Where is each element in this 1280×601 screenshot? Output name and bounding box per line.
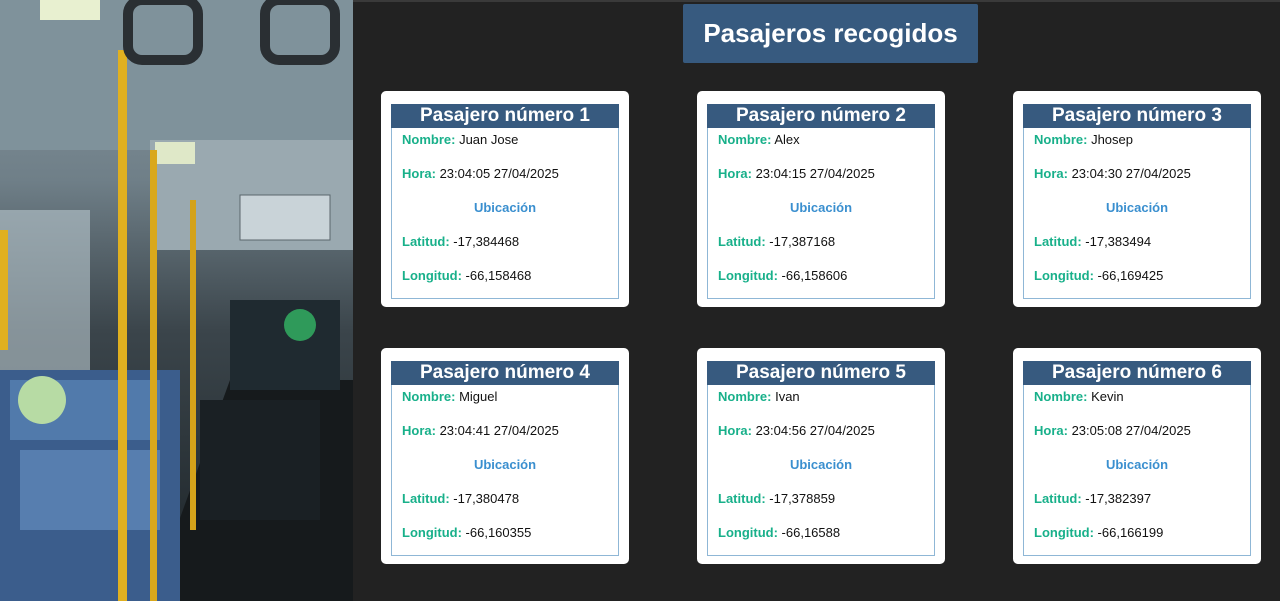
latitude-row: Latitud: -17,383494 bbox=[1034, 233, 1240, 267]
passenger-card-title: Pasajero número 1 bbox=[391, 104, 619, 128]
name-value: Ivan bbox=[775, 389, 800, 404]
time-label: Hora: bbox=[402, 423, 436, 438]
longitude-value: -66,166199 bbox=[1097, 525, 1164, 540]
latitude-row: Latitud: -17,384468 bbox=[402, 233, 608, 267]
latitude-label: Latitud: bbox=[1034, 234, 1082, 249]
passenger-card-body: Nombre: Alex Hora: 23:04:15 27/04/2025 U… bbox=[707, 128, 935, 299]
latitude-value: -17,378859 bbox=[769, 491, 836, 506]
time-row: Hora: 23:04:41 27/04/2025 bbox=[402, 422, 608, 456]
name-value: Juan Jose bbox=[459, 132, 519, 147]
latitude-row: Latitud: -17,382397 bbox=[1034, 490, 1240, 524]
longitude-value: -66,16588 bbox=[781, 525, 841, 540]
longitude-row: Longitud: -66,166199 bbox=[1034, 524, 1240, 558]
latitude-value: -17,387168 bbox=[769, 234, 836, 249]
name-row: Nombre: Miguel bbox=[402, 388, 608, 422]
time-row: Hora: 23:04:05 27/04/2025 bbox=[402, 165, 608, 199]
name-row: Nombre: Juan Jose bbox=[402, 131, 608, 165]
time-value: 23:04:05 27/04/2025 bbox=[439, 166, 559, 181]
time-row: Hora: 23:04:56 27/04/2025 bbox=[718, 422, 924, 456]
name-row: Nombre: Kevin bbox=[1034, 388, 1240, 422]
passenger-card: Pasajero número 6 Nombre: Kevin Hora: 23… bbox=[1013, 348, 1261, 564]
latitude-value: -17,384468 bbox=[453, 234, 520, 249]
longitude-value: -66,158468 bbox=[465, 268, 532, 283]
passenger-card: Pasajero número 4 Nombre: Miguel Hora: 2… bbox=[381, 348, 629, 564]
latitude-value: -17,383494 bbox=[1085, 234, 1152, 249]
name-label: Nombre: bbox=[1034, 132, 1088, 147]
passenger-card: Pasajero número 1 Nombre: Juan Jose Hora… bbox=[381, 91, 629, 307]
latitude-label: Latitud: bbox=[718, 491, 766, 506]
name-row: Nombre: Jhosep bbox=[1034, 131, 1240, 165]
time-row: Hora: 23:04:15 27/04/2025 bbox=[718, 165, 924, 199]
longitude-label: Longitud: bbox=[1034, 525, 1094, 540]
longitude-value: -66,169425 bbox=[1097, 268, 1164, 283]
name-row: Nombre: Ivan bbox=[718, 388, 924, 422]
latitude-row: Latitud: -17,380478 bbox=[402, 490, 608, 524]
latitude-label: Latitud: bbox=[1034, 491, 1082, 506]
location-heading: Ubicación bbox=[1105, 200, 1169, 215]
location-heading: Ubicación bbox=[473, 457, 537, 472]
passenger-card: Pasajero número 2 Nombre: Alex Hora: 23:… bbox=[697, 91, 945, 307]
page-title: Pasajeros recogidos bbox=[683, 4, 978, 63]
passenger-card-body: Nombre: Juan Jose Hora: 23:04:05 27/04/2… bbox=[391, 128, 619, 299]
passenger-card-title: Pasajero número 5 bbox=[707, 361, 935, 385]
longitude-label: Longitud: bbox=[402, 268, 462, 283]
longitude-row: Longitud: -66,158606 bbox=[718, 267, 924, 301]
name-value: Jhosep bbox=[1091, 132, 1133, 147]
longitude-row: Longitud: -66,16588 bbox=[718, 524, 924, 558]
name-value: Alex bbox=[774, 132, 800, 147]
latitude-value: -17,380478 bbox=[453, 491, 520, 506]
time-label: Hora: bbox=[402, 166, 436, 181]
passenger-card-body: Nombre: Ivan Hora: 23:04:56 27/04/2025 U… bbox=[707, 385, 935, 556]
time-value: 23:04:56 27/04/2025 bbox=[755, 423, 875, 438]
name-row: Nombre: Alex bbox=[718, 131, 924, 165]
bus-interior-photo bbox=[0, 0, 353, 601]
time-value: 23:04:30 27/04/2025 bbox=[1071, 166, 1191, 181]
name-label: Nombre: bbox=[718, 389, 772, 404]
longitude-label: Longitud: bbox=[718, 268, 778, 283]
latitude-label: Latitud: bbox=[402, 234, 450, 249]
name-label: Nombre: bbox=[718, 132, 772, 147]
longitude-row: Longitud: -66,169425 bbox=[1034, 267, 1240, 301]
longitude-label: Longitud: bbox=[718, 525, 778, 540]
passenger-card-title: Pasajero número 2 bbox=[707, 104, 935, 128]
passenger-card-body: Nombre: Miguel Hora: 23:04:41 27/04/2025… bbox=[391, 385, 619, 556]
latitude-value: -17,382397 bbox=[1085, 491, 1152, 506]
time-row: Hora: 23:05:08 27/04/2025 bbox=[1034, 422, 1240, 456]
passenger-card-body: Nombre: Jhosep Hora: 23:04:30 27/04/2025… bbox=[1023, 128, 1251, 299]
latitude-row: Latitud: -17,378859 bbox=[718, 490, 924, 524]
latitude-label: Latitud: bbox=[718, 234, 766, 249]
top-divider bbox=[353, 0, 1280, 2]
time-value: 23:05:08 27/04/2025 bbox=[1071, 423, 1191, 438]
passenger-card-title: Pasajero número 4 bbox=[391, 361, 619, 385]
time-label: Hora: bbox=[718, 423, 752, 438]
longitude-label: Longitud: bbox=[1034, 268, 1094, 283]
name-label: Nombre: bbox=[402, 132, 456, 147]
longitude-value: -66,158606 bbox=[781, 268, 848, 283]
longitude-row: Longitud: -66,158468 bbox=[402, 267, 608, 301]
time-row: Hora: 23:04:30 27/04/2025 bbox=[1034, 165, 1240, 199]
latitude-label: Latitud: bbox=[402, 491, 450, 506]
name-value: Kevin bbox=[1091, 389, 1124, 404]
location-heading: Ubicación bbox=[1105, 457, 1169, 472]
longitude-row: Longitud: -66,160355 bbox=[402, 524, 608, 558]
name-label: Nombre: bbox=[1034, 389, 1088, 404]
longitude-label: Longitud: bbox=[402, 525, 462, 540]
location-heading: Ubicación bbox=[789, 457, 853, 472]
time-value: 23:04:41 27/04/2025 bbox=[439, 423, 559, 438]
longitude-value: -66,160355 bbox=[465, 525, 532, 540]
time-label: Hora: bbox=[1034, 166, 1068, 181]
passenger-card-title: Pasajero número 3 bbox=[1023, 104, 1251, 128]
location-heading: Ubicación bbox=[789, 200, 853, 215]
passenger-card: Pasajero número 5 Nombre: Ivan Hora: 23:… bbox=[697, 348, 945, 564]
name-label: Nombre: bbox=[402, 389, 456, 404]
name-value: Miguel bbox=[459, 389, 498, 404]
time-label: Hora: bbox=[718, 166, 752, 181]
location-heading: Ubicación bbox=[473, 200, 537, 215]
passenger-card-body: Nombre: Kevin Hora: 23:05:08 27/04/2025 … bbox=[1023, 385, 1251, 556]
time-label: Hora: bbox=[1034, 423, 1068, 438]
latitude-row: Latitud: -17,387168 bbox=[718, 233, 924, 267]
passenger-card: Pasajero número 3 Nombre: Jhosep Hora: 2… bbox=[1013, 91, 1261, 307]
time-value: 23:04:15 27/04/2025 bbox=[755, 166, 875, 181]
passenger-card-title: Pasajero número 6 bbox=[1023, 361, 1251, 385]
